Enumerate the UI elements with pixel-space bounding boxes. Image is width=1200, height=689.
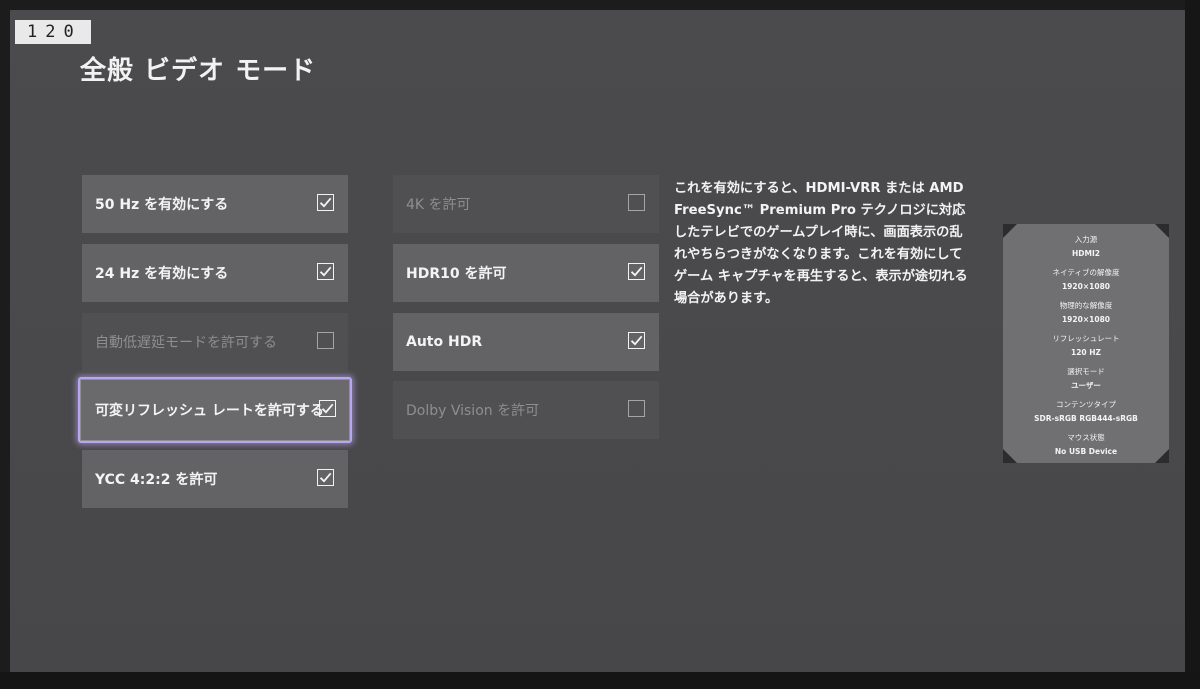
description-line: FreeSync™ Premium Pro テクノロジに対応 <box>674 203 966 218</box>
checkmark-icon[interactable] <box>317 194 334 211</box>
info-value: 1920×1080 <box>1061 315 1111 324</box>
description-line: ゲーム キャプチャを再生すると、表示が途切れる <box>674 269 968 284</box>
info-value: ユーザー <box>1071 381 1101 390</box>
info-label: 物理的な解像度 <box>1059 301 1113 310</box>
description-line: れやちらつきがなくなります。これを有効にして <box>674 247 963 262</box>
empty-checkbox-icon[interactable] <box>628 194 645 211</box>
option-enable-24hz[interactable]: 24 Hz を有効にする <box>82 244 348 302</box>
option-allow-dolby-vision[interactable]: Dolby Vision を許可 <box>393 381 659 439</box>
option-label: Dolby Vision を許可 <box>406 403 540 419</box>
option-allow-variable-refresh-rate[interactable]: 可変リフレッシュ レートを許可する <box>78 377 352 443</box>
empty-checkbox-icon[interactable] <box>317 332 334 349</box>
tv-screen: 120 全般 ビデオ モード 50 Hz を有効にする 24 Hz を有効にする自… <box>10 10 1185 672</box>
checkmark-icon[interactable] <box>628 263 645 280</box>
info-value: HDMI2 <box>1072 249 1100 258</box>
description-line: 場合があります。 <box>674 291 779 306</box>
info-label: マウス状態 <box>1067 433 1105 442</box>
description-line: これを有効にすると、HDMI-VRR または AMD <box>674 181 964 196</box>
info-value: 1920×1080 <box>1061 282 1111 291</box>
info-label: 入力源 <box>1074 235 1098 244</box>
info-item-native-resolution: ネイティブの解像度 1920×1080 <box>1003 266 1169 299</box>
option-allow-auto-low-latency[interactable]: 自動低遅延モードを許可する <box>82 313 348 371</box>
checkmark-icon[interactable] <box>319 400 336 417</box>
option-description: これを有効にすると、HDMI-VRR または AMD FreeSync™ Pre… <box>674 178 1004 310</box>
panel-corner <box>1155 224 1169 238</box>
info-value: 120 HZ <box>1071 348 1101 357</box>
fps-counter: 120 <box>15 20 91 44</box>
panel-corner <box>1155 449 1169 463</box>
option-label: YCC 4:2:2 を許可 <box>95 472 218 488</box>
info-label: 選択モード <box>1067 367 1105 376</box>
checkmark-icon[interactable] <box>317 469 334 486</box>
monitor-bezel-left <box>0 0 10 689</box>
info-item-selected-mode: 選択モード ユーザー <box>1003 365 1169 398</box>
option-label: HDR10 を許可 <box>406 266 507 282</box>
info-label: リフレッシュレート <box>1052 334 1120 343</box>
monitor-bezel-top <box>0 0 1200 10</box>
option-auto-hdr[interactable]: Auto HDR <box>393 313 659 371</box>
info-item-input-source: 入力源 HDMI2 <box>1003 233 1169 266</box>
info-item-content-type: コンテンツタイプ SDR-sRGB RGB444-sRGB <box>1003 398 1169 431</box>
info-item-refresh-rate: リフレッシュレート 120 HZ <box>1003 332 1169 365</box>
option-label: 24 Hz を有効にする <box>95 266 229 282</box>
monitor-bezel-right <box>1185 0 1200 689</box>
info-item-physical-resolution: 物理的な解像度 1920×1080 <box>1003 299 1169 332</box>
panel-corner <box>1003 224 1017 238</box>
description-line: したテレビでのゲームプレイ時に、画面表示の乱 <box>674 225 963 240</box>
option-label: Auto HDR <box>406 334 483 350</box>
info-value: No USB Device <box>1054 447 1118 456</box>
info-label: ネイティブの解像度 <box>1052 268 1120 277</box>
checkmark-icon[interactable] <box>317 263 334 280</box>
option-allow-hdr10[interactable]: HDR10 を許可 <box>393 244 659 302</box>
option-allow-4k[interactable]: 4K を許可 <box>393 175 659 233</box>
info-value: SDR-sRGB RGB444-sRGB <box>1034 414 1138 423</box>
monitor-bezel-bottom <box>0 672 1200 689</box>
page-title: 全般 ビデオ モード <box>80 56 317 86</box>
option-label: 可変リフレッシュ レートを許可する <box>95 403 324 419</box>
option-label: 50 Hz を有効にする <box>95 197 229 213</box>
checkmark-icon[interactable] <box>628 332 645 349</box>
option-label: 4K を許可 <box>406 197 471 213</box>
panel-corner <box>1003 449 1017 463</box>
option-allow-ycc-422[interactable]: YCC 4:2:2 を許可 <box>82 450 348 508</box>
empty-checkbox-icon[interactable] <box>628 400 645 417</box>
info-label: コンテンツタイプ <box>1056 400 1116 409</box>
monitor-info-osd: 入力源 HDMI2 ネイティブの解像度 1920×1080 物理的な解像度 19… <box>1003 224 1169 463</box>
option-label: 自動低遅延モードを許可する <box>95 335 277 351</box>
info-item-mouse-state: マウス状態 No USB Device <box>1003 431 1169 464</box>
option-enable-50hz[interactable]: 50 Hz を有効にする <box>82 175 348 233</box>
